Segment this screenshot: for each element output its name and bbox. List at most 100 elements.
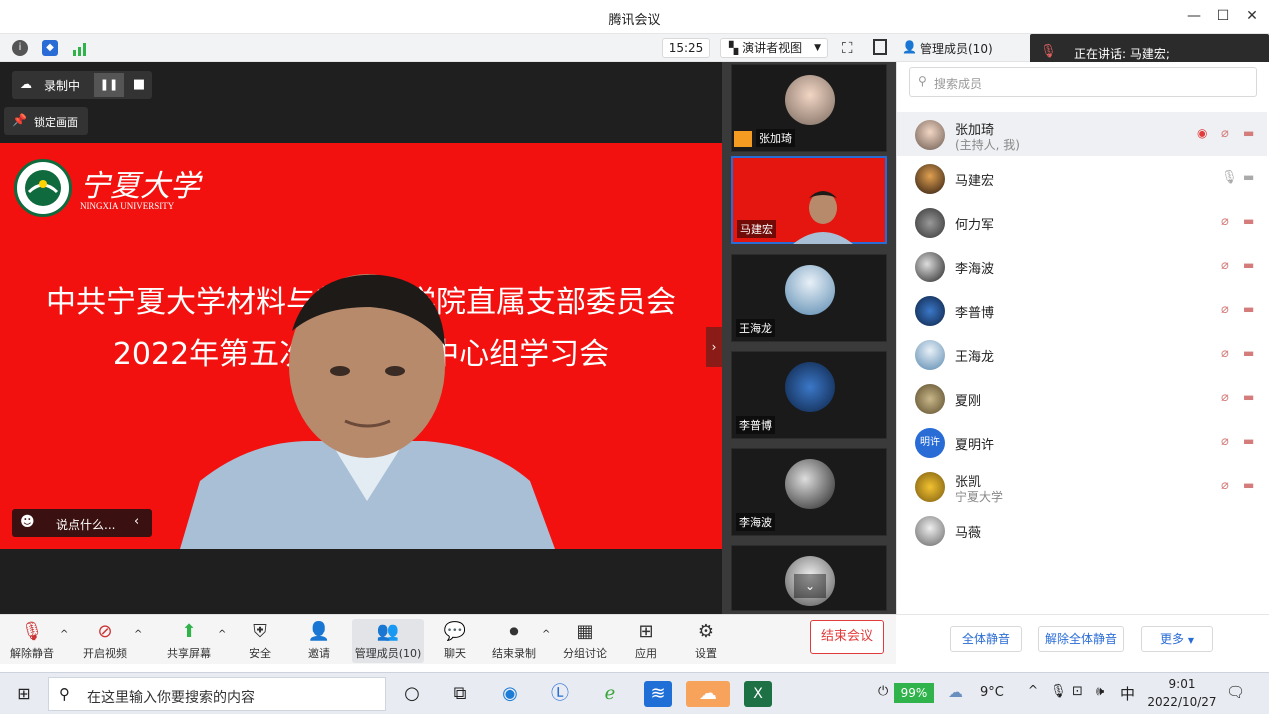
notification-icon[interactable]: 🗨 [1226,683,1245,701]
more-button[interactable]: 更多 ▼ [1141,626,1213,652]
mic-muted-icon[interactable]: ⌀ [1221,258,1229,273]
search-field[interactable]: ⚲ 搜索成员 [909,67,1257,97]
edge-icon[interactable]: ◉ [496,681,524,707]
unmute-all-button[interactable]: 解除全体静音 [1038,626,1124,652]
thumb-name: 马建宏 [737,220,776,238]
mic-muted-icon[interactable]: ⌀ [1221,214,1229,229]
shield-icon[interactable]: ◆ [42,40,58,56]
view-mode-button[interactable]: ▚ 演讲者视图 ▼ [720,38,828,58]
start-video-button[interactable]: ⊘ 开启视频 [80,619,130,663]
excel-icon[interactable]: X [744,681,772,707]
member-row[interactable]: 李海波 ⌀ ▬ [897,244,1267,288]
member-row[interactable]: 张加琦 (主持人, 我) ◉ ⌀ ▬ [897,112,1267,156]
speaking-text: 正在讲话: 马建宏; [1074,47,1170,61]
breakout-button[interactable]: ▦ 分组讨论 [562,619,608,663]
chevron-up-icon[interactable]: ^ [542,629,550,640]
camera-off-icon[interactable]: ▬ [1243,434,1254,448]
unmute-button[interactable]: 🎙 解除静音 [8,619,56,663]
camera-off-icon[interactable]: ▬ [1243,478,1254,492]
thumb-tile[interactable]: 李普博 [731,351,887,439]
tencent-meeting-icon[interactable]: ≋ [644,681,672,707]
taskbar-search-field[interactable]: ⚲ 在这里输入你要搜索的内容 [48,677,386,711]
fullscreen-icon[interactable]: ⛶ [842,39,853,57]
pause-recording-button[interactable]: ❚❚ [94,73,124,97]
lock-view-button[interactable]: 📌 锁定画面 [4,107,88,135]
wechat-icon[interactable]: ☁ [686,681,730,707]
mic-muted-icon[interactable]: ⌀ [1221,390,1229,405]
chat-button[interactable]: 💬 聊天 [440,619,470,663]
camera-off-icon[interactable]: ▬ [1243,214,1254,228]
thumb-tile[interactable]: ⌄ [731,545,887,611]
thumb-tile[interactable]: 张加琦 [731,64,887,152]
thumb-tile[interactable]: 王海龙 [731,254,887,342]
camera-off-icon[interactable]: ▬ [1243,302,1254,316]
camera-off-icon[interactable]: ▬ [1243,390,1254,404]
task-view-icon[interactable]: ⧉ [446,681,474,707]
thumb-tile-active[interactable]: 马建宏 [731,156,887,244]
mic-muted-icon[interactable]: ⌀ [1221,346,1229,361]
thumb-tile[interactable]: 李海波 [731,448,887,536]
member-row[interactable]: 王海龙 ⌀ ▬ [897,332,1267,376]
chevron-up-icon[interactable]: ^ [218,629,226,640]
member-row[interactable]: 马薇 [897,508,1267,552]
member-sub: 宁夏大学 [955,490,1004,504]
share-screen-button[interactable]: ⬆ 共享屏幕 [164,619,214,663]
sidebar-toggle-icon[interactable] [873,39,887,55]
camera-off-icon[interactable]: ▬ [1243,346,1254,360]
windows-start-icon[interactable]: ⊞ [10,681,38,707]
apps-button[interactable]: ⊞ 应用 [632,619,660,663]
clock-time[interactable]: 9:01 [1150,677,1214,691]
chevron-up-icon[interactable]: ^ [134,629,142,640]
temperature[interactable]: 9°C [980,685,1004,700]
battery-indicator[interactable]: 99% [894,683,934,703]
member-row[interactable]: 夏刚 ⌀ ▬ [897,376,1267,420]
maximize-icon[interactable]: ☐ [1213,6,1233,26]
mic-icon[interactable]: 🎙 [1221,170,1238,185]
info-icon[interactable]: i [12,40,28,56]
mic-muted-icon[interactable]: ⌀ [1221,478,1229,493]
thumb-name: 李普博 [736,416,775,434]
member-row[interactable]: 李普博 ⌀ ▬ [897,288,1267,332]
ie-icon[interactable]: ℯ [596,681,624,707]
chat-input-bar[interactable]: ☻ 说点什么... ‹ [12,509,152,537]
stop-recording-button[interactable]: ■ [128,73,150,97]
chevron-up-icon[interactable]: ^ [60,629,68,640]
app-l-icon[interactable]: Ⓛ [546,681,574,707]
security-button[interactable]: ⛨ 安全 [244,619,276,663]
network-icon[interactable]: ⊡ [1072,684,1083,699]
close-icon[interactable]: ✕ [1242,6,1262,26]
manage-members-button[interactable]: 👥 管理成员(10) [352,619,424,663]
cortana-icon[interactable]: ○ [398,681,426,707]
emoji-icon[interactable]: ☻ [20,514,35,530]
mute-all-button[interactable]: 全体静音 [950,626,1022,652]
scroll-down-icon[interactable]: ⌄ [794,574,826,598]
speaker-video [180,271,555,549]
thumb-name: 王海龙 [736,319,775,337]
stop-recording-toolbar-button[interactable]: ⏺ 结束录制 [490,619,538,663]
member-row[interactable]: 何力军 ⌀ ▬ [897,200,1267,244]
expand-thumbs-button[interactable]: › [706,327,722,367]
member-row[interactable]: 张凯 宁夏大学 ⌀ ▬ [897,464,1267,508]
mic-muted-icon[interactable]: ⌀ [1221,302,1229,317]
camera-off-icon[interactable]: ▬ [1243,170,1254,184]
ime-indicator[interactable]: 中 [1120,683,1135,704]
member-name: 李海波 [955,262,995,277]
signal-icon[interactable] [72,42,88,59]
volume-icon[interactable]: 🕪 [1096,684,1104,699]
chevron-up-icon[interactable]: ^ [1028,683,1038,697]
collapse-chat-icon[interactable]: ‹ [134,514,139,529]
camera-off-icon[interactable]: ▬ [1243,126,1254,140]
mic-icon[interactable]: 🎙 [1050,684,1067,699]
avatar [785,459,835,509]
end-meeting-button[interactable]: 结束会议 [810,620,884,654]
clock-date[interactable]: 2022/10/27 [1140,695,1224,709]
participant-thumbnails: 张加琦 马建宏 王海龙 李普博 李海波 ⌄ [722,62,896,614]
minimize-icon[interactable]: — [1184,6,1204,26]
mic-muted-icon[interactable]: ⌀ [1221,434,1229,449]
settings-button[interactable]: ⚙ 设置 [692,619,720,663]
mic-muted-icon[interactable]: ⌀ [1221,126,1229,141]
invite-button[interactable]: 👤 邀请 [302,619,336,663]
camera-off-icon[interactable]: ▬ [1243,258,1254,272]
member-row[interactable]: 明许 夏明许 ⌀ ▬ [897,420,1267,464]
member-row[interactable]: 马建宏 🎙 ▬ [897,156,1267,200]
